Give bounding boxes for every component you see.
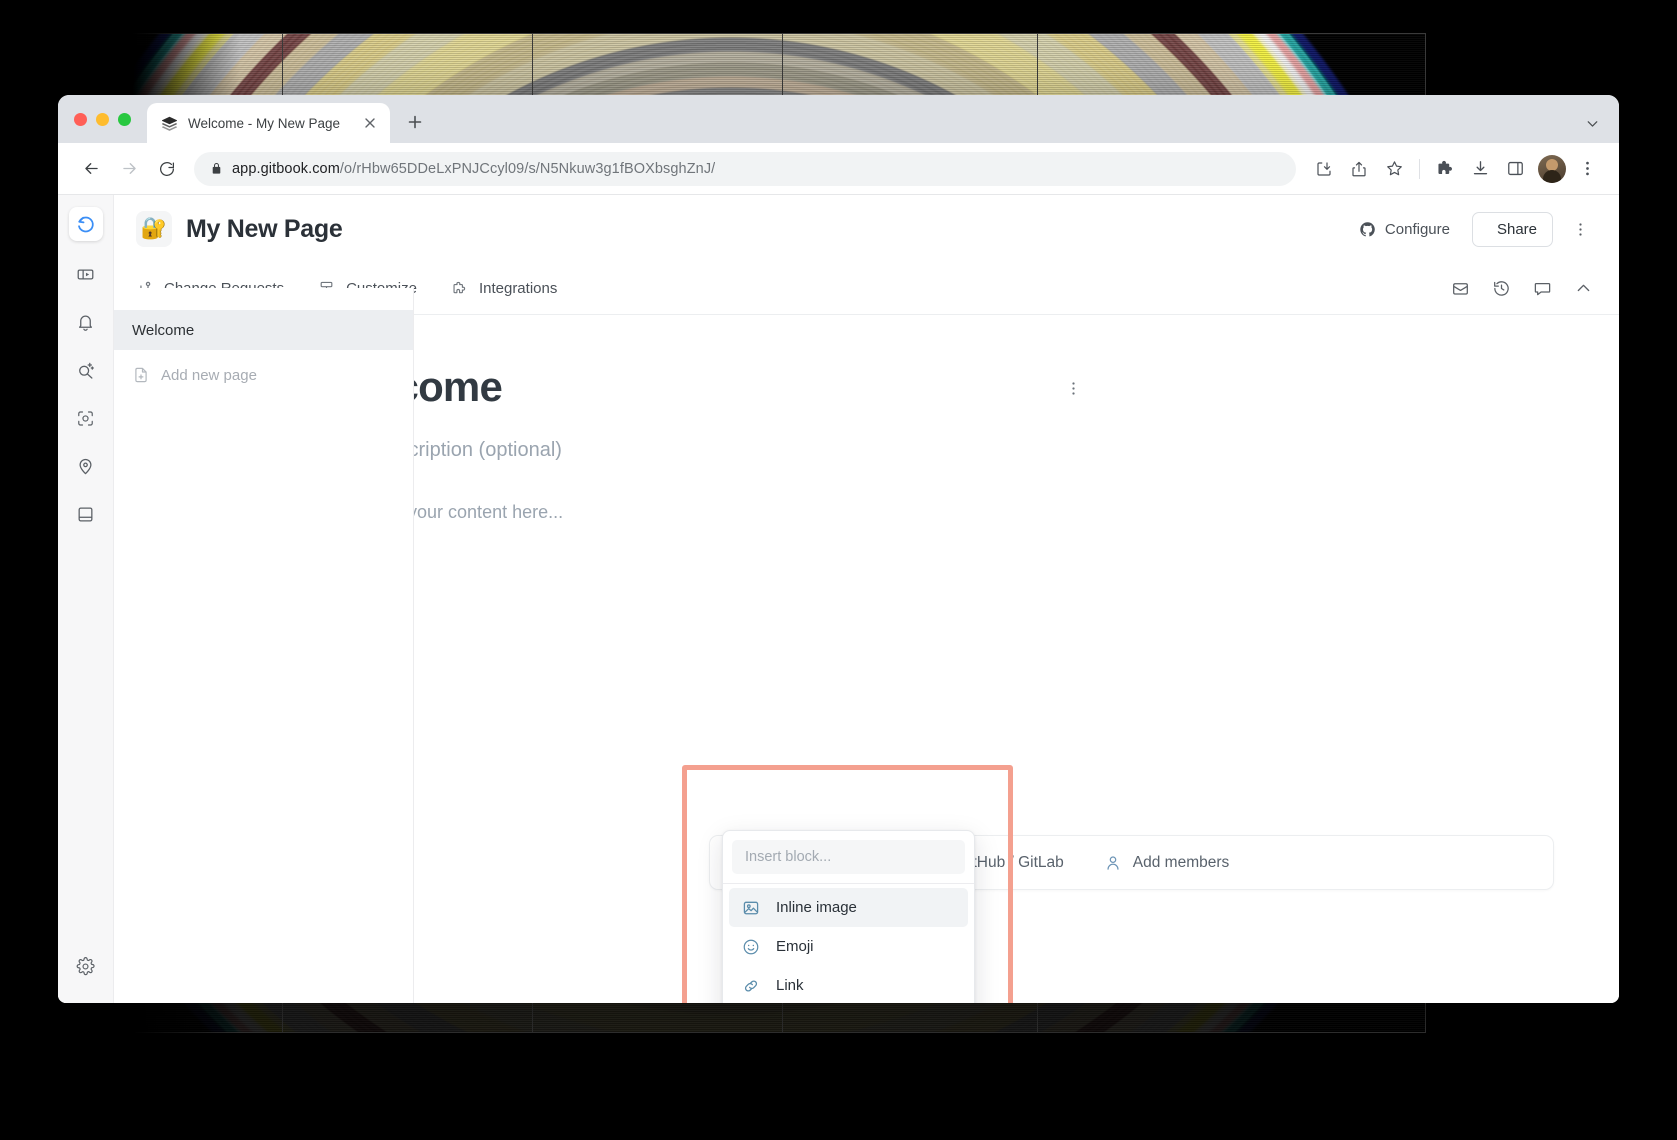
sidebar-item-welcome[interactable]: Welcome [114,310,413,350]
onboarding-members-label: Add members [1132,853,1230,871]
insert-block-search-input[interactable]: Insert block... [732,840,965,874]
search-sparkle-icon[interactable] [69,353,103,387]
share-icon[interactable] [1343,153,1375,185]
chevron-up-icon[interactable] [1574,279,1593,298]
insert-block-search-placeholder: Insert block... [745,849,832,865]
bookmark-star-icon[interactable] [1378,153,1410,185]
tab-integrations[interactable]: Integrations [451,280,557,297]
tree-item-label: Welcome [132,321,195,339]
more-vertical-icon[interactable] [1567,216,1593,242]
lock-icon [210,162,223,175]
reload-icon[interactable] [150,152,184,186]
github-icon [1359,221,1376,238]
link-icon [741,976,760,995]
browser-toolbar: app.gitbook.com/o/rHbw65DDeLxPNJCcyl09/s… [58,143,1619,195]
close-window-button[interactable] [74,112,87,126]
menu-item-link[interactable]: Link [729,966,968,1003]
image-icon [741,898,760,917]
onboarding-members-action[interactable]: Add members [1104,854,1229,872]
bell-icon[interactable] [69,305,103,339]
profile-avatar[interactable] [1538,154,1566,183]
sidebar-toggle-icon[interactable] [69,257,103,291]
downloads-icon[interactable] [1464,153,1496,185]
space-emoji[interactable]: 🔐 [136,211,172,247]
insert-block-menu[interactable]: Insert block... Inline image Emoji Link [722,830,975,1003]
toolbar-icons [1308,153,1603,185]
menu-item-label: Emoji [776,938,814,955]
install-app-icon[interactable] [1308,153,1340,185]
address-bar[interactable]: app.gitbook.com/o/rHbw65DDeLxPNJCcyl09/s… [194,151,1296,186]
browser-tab[interactable]: Welcome - My New Page [147,103,390,143]
maximize-window-button[interactable] [118,112,131,126]
puzzle-icon [451,280,468,297]
configure-label: Configure [1384,220,1450,238]
chevron-down-icon[interactable] [1584,115,1601,132]
share-label: Share [1496,220,1537,238]
space-header: 🔐 My New Page Configure Share [114,195,1619,263]
location-pin-icon[interactable] [69,449,103,483]
browser-menu-icon[interactable] [1571,153,1603,185]
tab-title: Welcome - My New Page [188,115,341,131]
minimize-window-button[interactable] [96,112,109,126]
document-description[interactable]: Page description (optional) [324,439,1104,462]
url-domain: app.gitbook.com [232,160,340,177]
person-icon [1104,854,1122,872]
left-rail [58,195,114,1003]
menu-item-emoji[interactable]: Emoji [729,927,968,966]
gitbook-stack-icon [161,115,178,132]
page-tree-panel: Welcome Add new page [114,288,414,1003]
menu-item-inline-image[interactable]: Inline image [729,888,968,927]
tree-item-label: Add new page [161,366,257,384]
arrow-right-icon[interactable] [112,152,146,186]
arrow-left-icon[interactable] [74,152,108,186]
url-path: /o/rHbw65DDeLxPNJCcyl09/s/N5Nkuw3g1fBOXb… [339,160,716,177]
gitbook-logo-icon[interactable] [68,207,103,241]
content-placeholder-row[interactable]: Enter your content here... [324,502,1104,523]
window-traffic-lights[interactable] [74,95,147,143]
close-icon[interactable] [362,115,378,131]
extensions-puzzle-icon[interactable] [1429,153,1461,185]
tab-strip: Welcome - My New Page [58,95,1619,143]
smiley-icon [741,937,760,956]
new-tab-button[interactable] [400,107,430,137]
share-button[interactable]: Share [1471,211,1553,255]
inbox-icon[interactable] [1451,279,1470,298]
menu-item-label: Inline image [776,899,857,916]
menu-item-label: Link [776,977,804,994]
configure-button[interactable]: Configure [1351,214,1458,245]
tab-label: Integrations [478,280,558,297]
sidebar-item-add-new-page[interactable]: Add new page [114,355,413,395]
insert-menu-group-inline: Inline image Emoji Link [723,884,974,1003]
gear-icon[interactable] [69,949,103,983]
page-title: My New Page [186,214,343,243]
scan-frame-icon[interactable] [69,401,103,435]
file-plus-icon [132,366,150,384]
url-text: app.gitbook.com/o/rHbw65DDeLxPNJCcyl09/s… [232,161,715,177]
comment-icon[interactable] [1533,279,1552,298]
side-panel-icon[interactable] [1499,153,1531,185]
book-icon[interactable] [69,497,103,531]
history-icon[interactable] [1492,279,1511,298]
document-menu-icon[interactable] [1060,375,1086,401]
